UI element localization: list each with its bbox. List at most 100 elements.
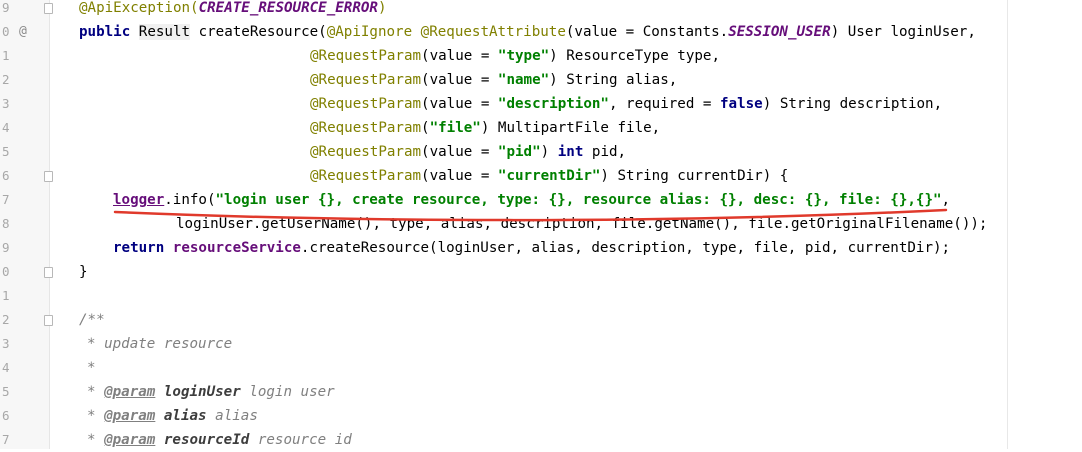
line-number[interactable]: 1 [2,44,22,68]
code-token: * [87,384,105,400]
code-token: @param [104,384,156,400]
code-token: @RequestParam [310,72,422,88]
line-number[interactable]: 5 [2,140,22,164]
code-token: ) MultipartFile file, [480,120,661,136]
code-line[interactable]: 1 [0,284,1082,308]
code-text[interactable]: @RequestParam(value = "name") String ali… [310,68,677,92]
code-text[interactable]: @RequestParam("file") MultipartFile file… [310,116,660,140]
code-token: @ApiException( [79,0,199,16]
code-token: .createResource(loginUser, alias, descri… [300,240,951,256]
fold-toggle-icon[interactable] [44,3,53,14]
code-line[interactable]: 2 /** [0,308,1082,332]
code-line[interactable]: 9 return resourceService.createResource(l… [0,236,1082,260]
code-editor[interactable]: 9 @ApiException(CREATE_RESOURCE_ERROR) 0 @ p… [0,0,1082,449]
code-line[interactable]: 8 loginUser.getUserName(), type, alias, d… [0,212,1082,236]
code-line[interactable]: 3 @RequestParam(value = "description", re… [0,92,1082,116]
code-token: int [557,144,584,160]
code-token: @ApiIgnore @RequestAttribute [326,24,566,40]
code-token: , [941,192,951,208]
fold-toggle-icon[interactable] [44,267,53,278]
code-line[interactable]: 7 * @param resourceId resource id [0,428,1082,452]
line-number[interactable]: 8 [2,212,22,236]
code-line[interactable]: 0 @ public Result createResource(@ApiIgnor… [0,20,1082,44]
code-token: public [79,24,139,40]
code-text[interactable]: * @param alias alias [87,404,258,428]
line-number[interactable]: 4 [2,356,22,380]
code-text[interactable]: /** [79,308,105,332]
code-token: @RequestParam [310,168,422,184]
code-token: loginUser.getUserName(), type, alias, de… [176,216,988,232]
code-token: ( [421,120,430,136]
code-token: ) String currentDir) { [600,168,789,184]
line-number[interactable]: 0 [2,260,22,284]
code-token: resource id [249,432,352,448]
code-line[interactable]: 5 * @param loginUser login user [0,380,1082,404]
code-line[interactable]: 2 @RequestParam(value = "name") String al… [0,68,1082,92]
line-number[interactable]: 5 [2,380,22,404]
line-number[interactable]: 7 [2,188,22,212]
code-token: @RequestParam [310,48,422,64]
code-text[interactable]: return resourceService.createResource(lo… [113,236,950,260]
code-token: SESSION_USER [728,24,831,40]
code-text[interactable]: @RequestParam(value = "pid") int pid, [310,140,626,164]
code-line[interactable]: 6 @RequestParam(value = "currentDir") Str… [0,164,1082,188]
code-token: CREATE_RESOURCE_ERROR [198,0,378,16]
line-number[interactable]: 3 [2,92,22,116]
code-text[interactable]: public Result createResource(@ApiIgnore … [79,20,976,44]
code-text[interactable]: logger.info("login user {}, create resou… [113,188,950,212]
code-line[interactable]: 0} [0,260,1082,284]
code-line[interactable]: 5 @RequestParam(value = "pid") int pid, [0,140,1082,164]
code-token: ) User loginUser, [830,24,976,40]
code-token: "currentDir" [497,168,601,184]
line-number[interactable]: 6 [2,404,22,428]
code-text[interactable]: * [87,356,96,380]
code-token: * update resource [87,336,233,352]
code-line[interactable]: 6 * @param alias alias [0,404,1082,428]
line-number[interactable]: 9 [2,0,22,20]
line-number[interactable]: 6 [2,164,22,188]
code-token: * [87,360,96,376]
code-token: * [87,432,105,448]
line-number[interactable]: 4 [2,116,22,140]
code-line[interactable]: 1 @RequestParam(value = "type") ResourceT… [0,44,1082,68]
code-line[interactable]: 4 @RequestParam("file") MultipartFile fil… [0,116,1082,140]
line-number[interactable]: 2 [2,308,22,332]
line-number[interactable]: 7 [2,428,22,452]
line-number[interactable]: 3 [2,332,22,356]
code-line[interactable]: 3 * update resource [0,332,1082,356]
code-token: ) [377,0,387,16]
code-token: "pid" [497,144,541,160]
code-token: (value = [421,96,498,112]
code-token: "name" [497,72,550,88]
code-token: ) String alias, [549,72,678,88]
code-line[interactable]: 9 @ApiException(CREATE_RESOURCE_ERROR) [0,0,1082,20]
fold-toggle-icon[interactable] [44,171,53,182]
fold-toggle-icon[interactable] [44,315,53,326]
code-line[interactable]: 4 * [0,356,1082,380]
code-token: /** [79,312,105,328]
code-text[interactable]: @RequestParam(value = "currentDir") Stri… [310,164,788,188]
code-text[interactable]: loginUser.getUserName(), type, alias, de… [176,212,987,236]
code-text[interactable]: * @param loginUser login user [87,380,335,404]
code-line[interactable]: 7 logger.info("login user {}, create reso… [0,188,1082,212]
override-marker-icon[interactable]: @ [19,20,27,44]
code-text[interactable]: @ApiException(CREATE_RESOURCE_ERROR) [79,0,387,20]
code-text[interactable]: @RequestParam(value = "type") ResourceTy… [310,44,720,68]
code-token: "description" [497,96,609,112]
code-token: ) [540,144,558,160]
code-token: createResource( [190,24,327,40]
code-token: (value = [421,144,498,160]
line-number[interactable]: 9 [2,236,22,260]
line-number[interactable]: 2 [2,68,22,92]
code-token: resourceId [163,432,250,448]
code-text[interactable]: @RequestParam(value = "description", req… [310,92,942,116]
code-token: loginUser [163,384,241,400]
code-text[interactable]: } [79,260,88,284]
code-text[interactable]: * update resource [87,332,232,356]
code-token: (value = [421,168,498,184]
code-text[interactable]: * @param resourceId resource id [87,428,352,452]
line-number[interactable]: 1 [2,284,22,308]
code-token: @RequestParam [310,120,422,136]
